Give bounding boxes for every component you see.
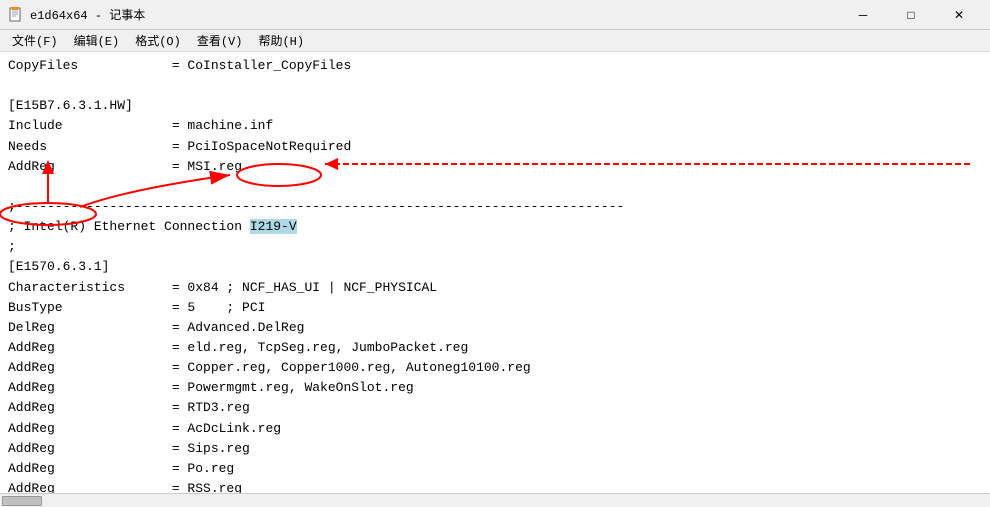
minimize-button[interactable]: ─	[840, 0, 886, 30]
notepad-icon	[8, 7, 24, 23]
menu-format[interactable]: 格式(O)	[127, 30, 189, 51]
menu-edit[interactable]: 编辑(E)	[66, 30, 128, 51]
scrollbar-horizontal[interactable]	[0, 493, 990, 507]
menu-file[interactable]: 文件(F)	[4, 30, 66, 51]
menu-bar: 文件(F) 编辑(E) 格式(O) 查看(V) 帮助(H)	[0, 30, 990, 52]
title-bar: e1d64x64 - 记事本 ─ □ ✕	[0, 0, 990, 30]
title-bar-left: e1d64x64 - 记事本	[8, 6, 145, 23]
window-title: e1d64x64 - 记事本	[30, 6, 145, 23]
close-button[interactable]: ✕	[936, 0, 982, 30]
text-content: CopyFiles = CoInstaller_CopyFiles [E15B7…	[8, 56, 982, 493]
menu-view[interactable]: 查看(V)	[189, 30, 251, 51]
title-bar-controls: ─ □ ✕	[840, 0, 982, 30]
content-area[interactable]: CopyFiles = CoInstaller_CopyFiles [E15B7…	[0, 52, 990, 493]
scrollbar-thumb[interactable]	[2, 496, 42, 506]
menu-help[interactable]: 帮助(H)	[250, 30, 312, 51]
maximize-button[interactable]: □	[888, 0, 934, 30]
